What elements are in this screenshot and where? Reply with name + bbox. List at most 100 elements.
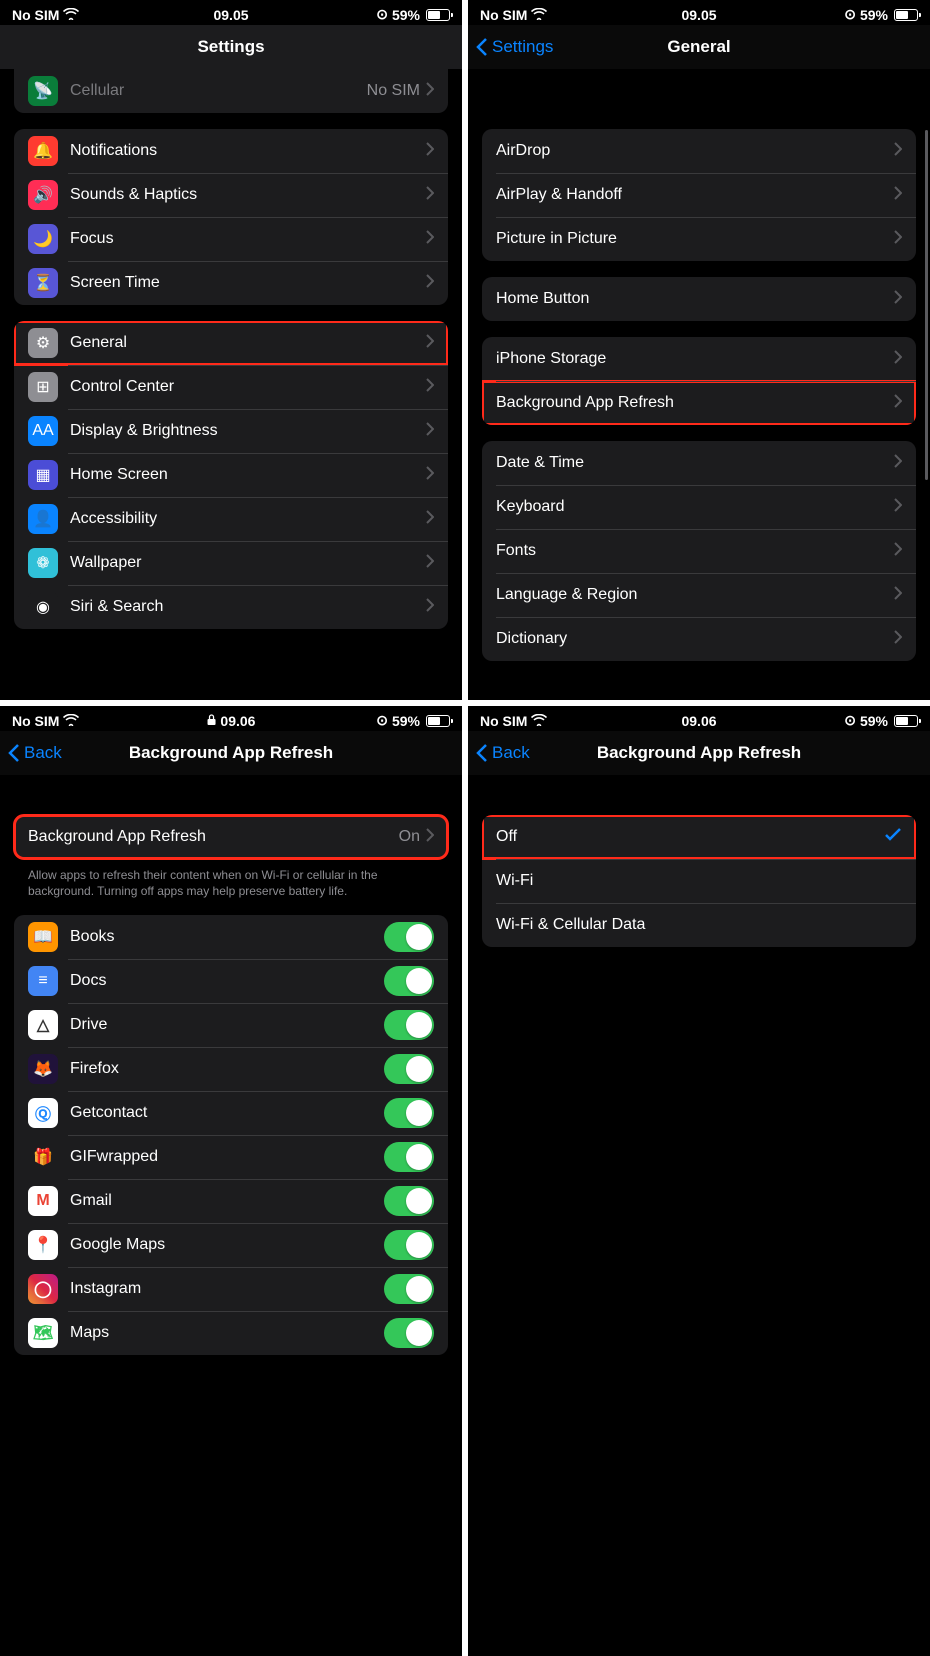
row-label: Wallpaper [70, 554, 426, 572]
app-row[interactable]: 🗺Maps [14, 1311, 448, 1355]
settings-row[interactable]: Picture in Picture [482, 217, 916, 261]
settings-row[interactable]: Date & Time [482, 441, 916, 485]
row-label: Notifications [70, 142, 426, 160]
toggle-switch[interactable] [384, 966, 434, 996]
row-label: Screen Time [70, 274, 426, 292]
app-row[interactable]: 📖Books [14, 915, 448, 959]
settings-row[interactable]: 🔔 Notifications [14, 129, 448, 173]
settings-row[interactable]: 🔊Sounds & Haptics [14, 173, 448, 217]
settings-row[interactable]: Home Button [482, 277, 916, 321]
clock: 09.05 [213, 7, 248, 23]
status-right: ⊙ 59% [844, 6, 918, 23]
settings-row[interactable]: AirPlay & Handoff [482, 173, 916, 217]
option-row[interactable]: Wi-Fi [482, 859, 916, 903]
back-button[interactable]: Back [0, 743, 62, 763]
app-row[interactable]: MGmail [14, 1179, 448, 1223]
toggle-switch[interactable] [384, 1230, 434, 1260]
toggle-switch[interactable] [384, 1142, 434, 1172]
chevron-icon [426, 378, 434, 397]
chevron-icon [894, 394, 902, 413]
chevron-icon [426, 422, 434, 441]
toggle-switch[interactable] [384, 1098, 434, 1128]
toggle-switch[interactable] [384, 922, 434, 952]
toggle-switch[interactable] [384, 1010, 434, 1040]
settings-row[interactable]: AADisplay & Brightness [14, 409, 448, 453]
settings-row[interactable]: Language & Region [482, 573, 916, 617]
option-label: Off [496, 828, 884, 846]
option-label: Wi-Fi & Cellular Data [496, 916, 902, 934]
settings-row[interactable]: ❁ Wallpaper [14, 541, 448, 585]
settings-row[interactable]: Dictionary [482, 617, 916, 661]
row-icon: 🔔 [28, 136, 58, 166]
page-title: General [667, 37, 730, 57]
settings-row[interactable]: AirDrop [482, 129, 916, 173]
settings-row[interactable]: Keyboard [482, 485, 916, 529]
app-icon: 📖 [28, 922, 58, 952]
settings-row[interactable]: ⏳Screen Time [14, 261, 448, 305]
lock-icon [207, 713, 217, 729]
row-label: Display & Brightness [70, 422, 426, 440]
row-icon: 👤 [28, 504, 58, 534]
carrier-label: No SIM [12, 7, 79, 23]
clock: 09.06 [207, 713, 256, 729]
back-button[interactable]: Back [468, 743, 530, 763]
cellular-value: No SIM [367, 82, 420, 100]
bar-toggle-row[interactable]: Background App Refresh On [14, 815, 448, 859]
chevron-icon [426, 186, 434, 205]
settings-row[interactable]: ⚙General [14, 321, 448, 365]
option-row[interactable]: Off [482, 815, 916, 859]
settings-row[interactable]: ▦ Home Screen [14, 453, 448, 497]
scrollbar[interactable] [925, 130, 928, 480]
app-row[interactable]: ◯Instagram [14, 1267, 448, 1311]
app-icon: M [28, 1186, 58, 1216]
toggle-switch[interactable] [384, 1274, 434, 1304]
chevron-icon [894, 142, 902, 161]
settings-row[interactable]: Background App Refresh [482, 381, 916, 425]
row-label: iPhone Storage [496, 350, 894, 368]
clock: 09.05 [681, 7, 716, 23]
settings-row[interactable]: 👤Accessibility [14, 497, 448, 541]
toggle-switch[interactable] [384, 1318, 434, 1348]
status-right: ⊙ 59% [376, 712, 450, 729]
row-icon: 🌙 [28, 224, 58, 254]
app-row[interactable]: 📍Google Maps [14, 1223, 448, 1267]
option-row[interactable]: Wi-Fi & Cellular Data [482, 903, 916, 947]
row-label: Home Screen [70, 466, 426, 484]
carrier-label: No SIM [480, 7, 547, 23]
app-row[interactable]: 🦊Firefox [14, 1047, 448, 1091]
row-icon: ▦ [28, 460, 58, 490]
app-icon: Ⓠ [28, 1098, 58, 1128]
toggle-switch[interactable] [384, 1054, 434, 1084]
settings-row[interactable]: iPhone Storage [482, 337, 916, 381]
app-label: Docs [70, 972, 384, 990]
app-row[interactable]: △Drive [14, 1003, 448, 1047]
toggle-switch[interactable] [384, 1186, 434, 1216]
row-label: Control Center [70, 378, 426, 396]
back-button[interactable]: Settings [468, 37, 553, 57]
row-label: AirDrop [496, 142, 894, 160]
cellular-row[interactable]: 📡 Cellular No SIM [14, 69, 448, 113]
wifi-icon [63, 713, 79, 725]
app-row[interactable]: ⓆGetcontact [14, 1091, 448, 1135]
app-row[interactable]: ≡Docs [14, 959, 448, 1003]
settings-row[interactable]: 🌙Focus [14, 217, 448, 261]
settings-row[interactable]: ◉Siri & Search [14, 585, 448, 629]
chevron-icon [894, 498, 902, 517]
status-bar: No SIM 09.05 ⊙ 59% [0, 0, 462, 25]
option-label: Wi-Fi [496, 872, 902, 890]
row-icon: ❁ [28, 548, 58, 578]
app-icon: △ [28, 1010, 58, 1040]
settings-row[interactable]: ⊞Control Center [14, 365, 448, 409]
chevron-icon [894, 230, 902, 249]
app-row[interactable]: 🎁GIFwrapped [14, 1135, 448, 1179]
app-label: Google Maps [70, 1236, 384, 1254]
chevron-icon [426, 598, 434, 617]
settings-row[interactable]: Fonts [482, 529, 916, 573]
battery-icon [426, 715, 450, 727]
nav-bar: Back Background App Refresh [468, 731, 930, 775]
row-label: Language & Region [496, 586, 894, 604]
battery-icon [426, 9, 450, 21]
row-icon: ◉ [28, 592, 58, 622]
nav-bar: Settings [0, 25, 462, 69]
app-label: Firefox [70, 1060, 384, 1078]
